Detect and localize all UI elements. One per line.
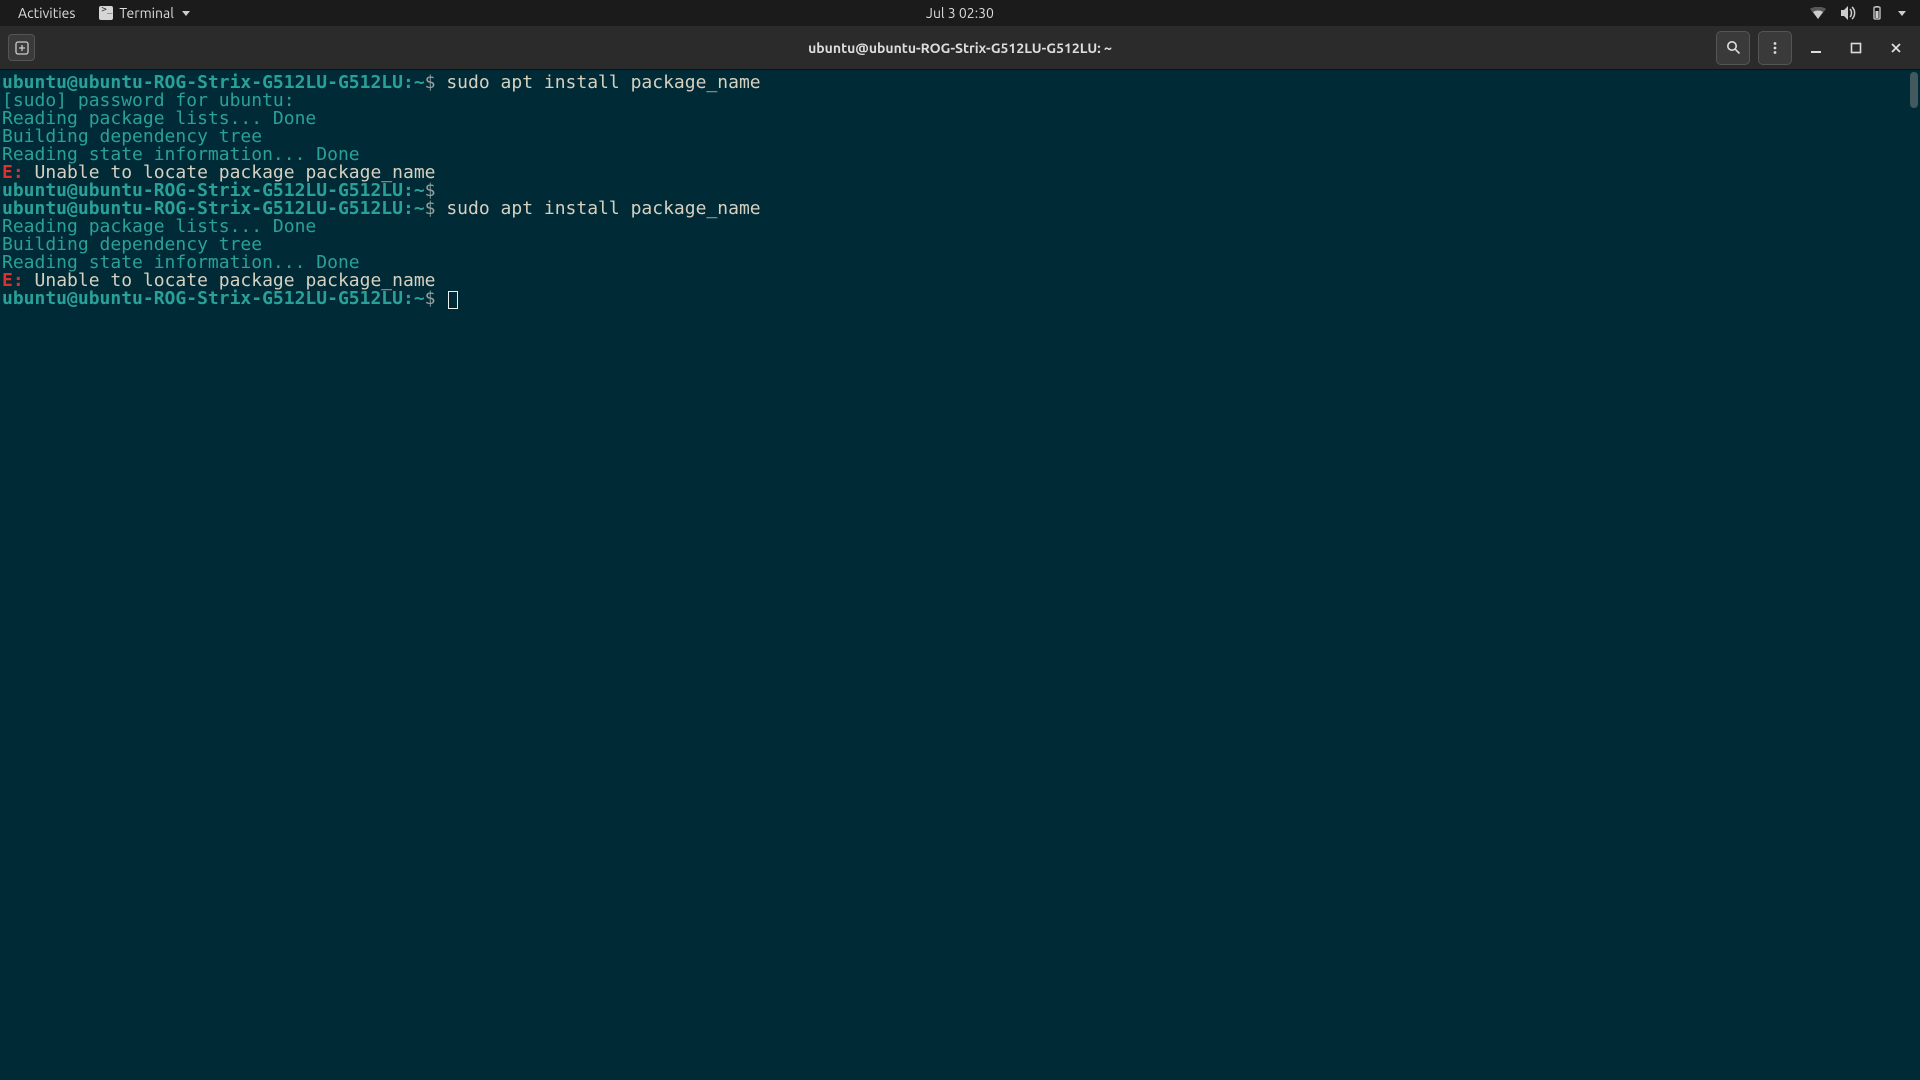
gnome-top-bar: Activities Terminal Jul 3 02:30 xyxy=(0,0,1920,26)
maximize-icon xyxy=(1850,42,1862,54)
scrollbar-thumb[interactable] xyxy=(1910,72,1918,108)
new-tab-button[interactable] xyxy=(8,34,35,61)
activities-button[interactable]: Activities xyxy=(8,5,85,21)
terminal-icon xyxy=(99,6,113,20)
prompt-symbol: $ xyxy=(425,72,436,93)
chevron-down-icon xyxy=(1898,11,1906,16)
prompt-path: ~ xyxy=(414,72,425,93)
prompt-symbol: $ xyxy=(425,288,436,309)
window-title: ubuntu@ubuntu-ROG-Strix-G512LU-G512LU: ~ xyxy=(808,40,1112,56)
command-text: sudo apt install package_name xyxy=(446,198,760,219)
clock[interactable]: Jul 3 02:30 xyxy=(926,5,994,21)
app-menu-label: Terminal xyxy=(119,5,174,21)
network-icon xyxy=(1810,7,1826,19)
minimize-button[interactable] xyxy=(1800,32,1832,64)
hamburger-menu-button[interactable] xyxy=(1758,31,1792,65)
chevron-down-icon xyxy=(182,11,190,16)
kebab-menu-icon xyxy=(1768,41,1782,55)
volume-icon xyxy=(1840,6,1856,20)
prompt-symbol: $ xyxy=(425,198,436,219)
maximize-button[interactable] xyxy=(1840,32,1872,64)
search-icon xyxy=(1726,40,1741,55)
new-tab-icon xyxy=(15,41,29,55)
search-button[interactable] xyxy=(1716,31,1750,65)
prompt-path: ~ xyxy=(414,288,425,309)
command-text: sudo apt install package_name xyxy=(446,72,760,93)
close-icon xyxy=(1890,42,1902,54)
prompt-user-host: ubuntu@ubuntu-ROG-Strix-G512LU-G512LU xyxy=(2,288,403,309)
app-menu[interactable]: Terminal xyxy=(85,5,204,21)
status-area[interactable] xyxy=(1810,6,1912,20)
minimize-icon xyxy=(1810,42,1822,54)
prompt-path: ~ xyxy=(414,198,425,219)
terminal-output[interactable]: ubuntu@ubuntu-ROG-Strix-G512LU-G512LU:~$… xyxy=(2,74,1918,309)
close-button[interactable] xyxy=(1880,32,1912,64)
battery-icon xyxy=(1870,6,1884,20)
cursor-block xyxy=(448,291,458,309)
terminal-titlebar: ubuntu@ubuntu-ROG-Strix-G512LU-G512LU: ~ xyxy=(0,26,1920,70)
terminal-viewport[interactable]: ubuntu@ubuntu-ROG-Strix-G512LU-G512LU:~$… xyxy=(0,70,1920,1080)
